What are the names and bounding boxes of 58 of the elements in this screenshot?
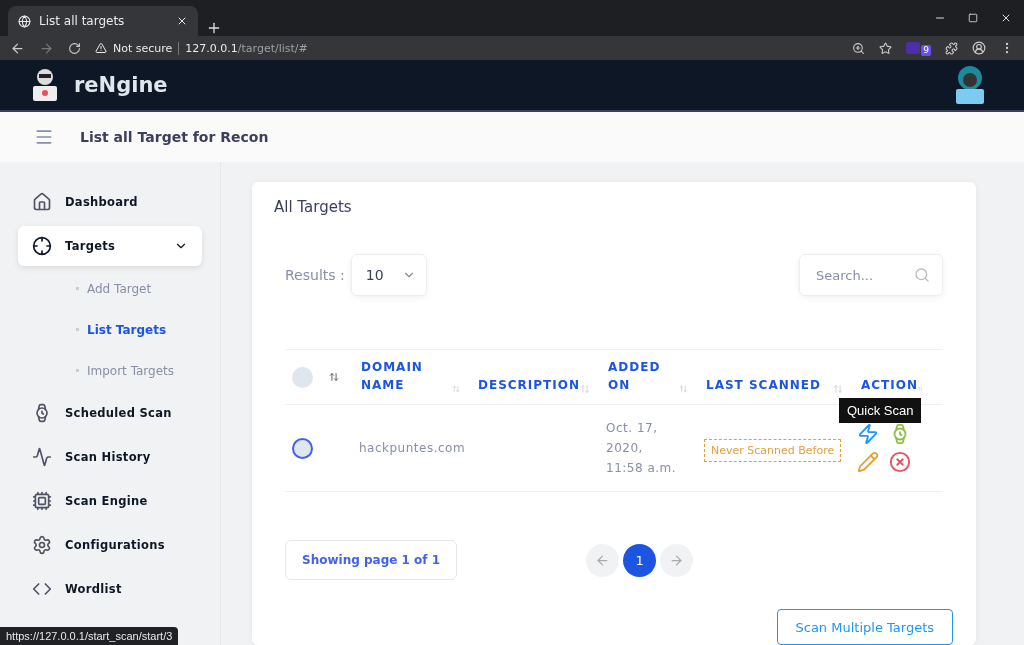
target-icon (32, 236, 52, 256)
star-icon[interactable] (879, 41, 893, 55)
arrow-right-icon (669, 552, 685, 568)
new-tab-icon[interactable] (206, 20, 222, 36)
status-url: https://127.0.0.1/start_scan/start/3 (0, 627, 179, 645)
lightning-icon[interactable] (857, 423, 879, 445)
address-bar[interactable]: Not secure 127.0.0.1/target/list/# (95, 41, 308, 55)
sidebar-item[interactable]: Dashboard (18, 182, 202, 222)
back-icon[interactable] (10, 40, 25, 56)
activity-icon (32, 447, 52, 467)
avatar-icon[interactable] (954, 65, 986, 105)
cpu-icon (32, 491, 52, 511)
column-header[interactable]: DESCRIPTION (464, 376, 594, 404)
column-header[interactable]: DOMAIN NAME (347, 358, 464, 404)
profile-icon[interactable] (972, 41, 986, 55)
sidebar-subitem[interactable]: List Targets (18, 311, 202, 348)
table-cell-text: hackpuntes.com (358, 440, 464, 457)
puzzle-icon[interactable] (945, 41, 958, 55)
sidebar-item[interactable]: Scan Engine (18, 481, 202, 521)
results-select[interactable]: 10 (350, 254, 427, 296)
sidebar-item[interactable]: Scan History (18, 437, 202, 477)
sort-icon (918, 384, 923, 394)
page-button[interactable]: 1 (623, 543, 657, 577)
home-icon (32, 192, 52, 212)
sort-icon[interactable] (329, 372, 339, 382)
sidebar-item[interactable]: Wordlist (18, 569, 202, 609)
zoom-icon[interactable] (852, 41, 866, 55)
forward-icon[interactable] (39, 40, 54, 56)
search-field[interactable]: Search... (799, 254, 943, 296)
gear-icon (32, 535, 52, 555)
browser-tab[interactable]: List all targets (8, 6, 198, 36)
sort-icon (580, 384, 590, 394)
page-title: List all Target for Recon (80, 129, 269, 145)
sidebar-item[interactable]: Configurations (18, 525, 202, 565)
warning-icon (95, 42, 107, 54)
sort-icon (679, 384, 688, 394)
reload-icon[interactable] (68, 41, 81, 55)
extension-badge: 9 (921, 44, 931, 56)
sidebar-item[interactable]: Scheduled Scan (18, 393, 202, 433)
column-header[interactable]: ADDED ON (594, 358, 692, 404)
maximize-icon[interactable] (968, 13, 978, 23)
results-label: Results : (285, 267, 345, 283)
globe-icon (18, 14, 31, 28)
app-name: reNgine (74, 73, 168, 97)
sort-icon (451, 384, 460, 394)
row-checkbox[interactable] (292, 437, 313, 459)
tooltip: Quick Scan (839, 398, 922, 423)
table-cell-text: Oct. 17, 2020, 11:58 a.m. (605, 420, 678, 477)
close-icon[interactable] (176, 15, 188, 27)
sort-icon (833, 384, 843, 394)
hacker-logo-icon (30, 68, 60, 102)
close-icon[interactable] (1000, 12, 1012, 24)
sidebar-item[interactable]: Targets (18, 226, 202, 266)
search-icon (914, 267, 930, 283)
card-title: All Targets (274, 198, 353, 216)
select-all-checkbox[interactable] (292, 366, 313, 388)
page-info: Showing page 1 of 1 (285, 540, 458, 580)
status-badge: Never Scanned Before (704, 438, 842, 462)
